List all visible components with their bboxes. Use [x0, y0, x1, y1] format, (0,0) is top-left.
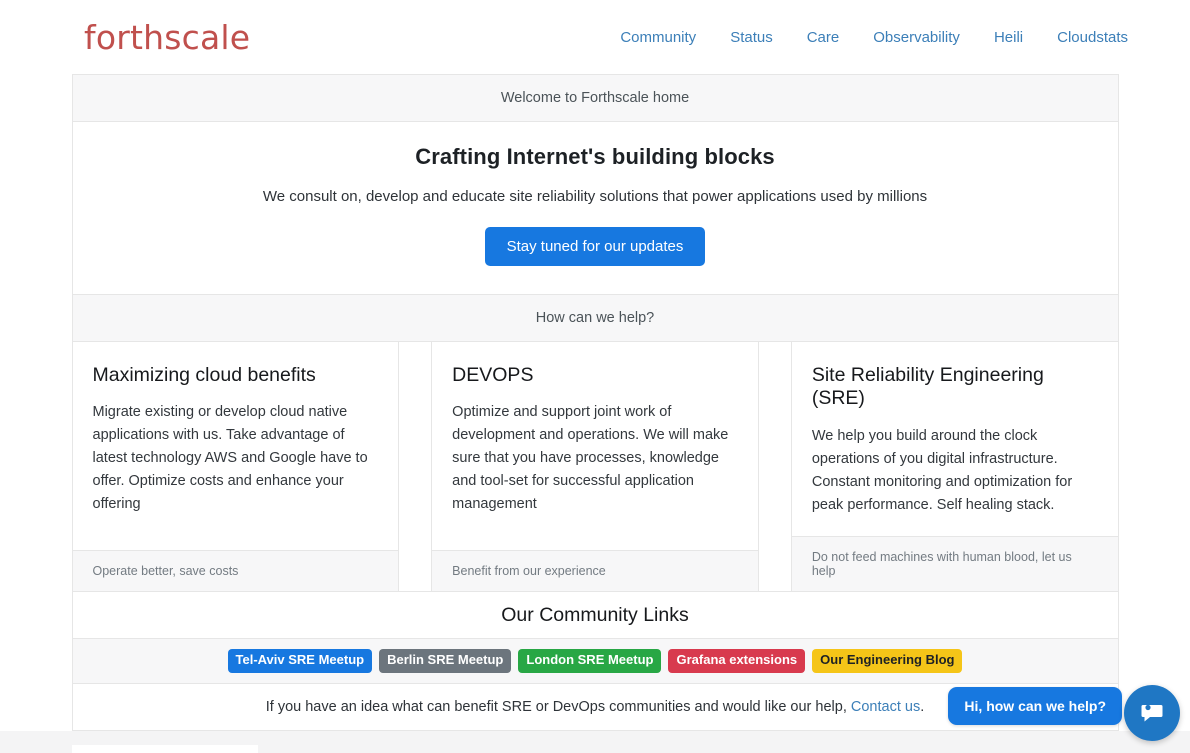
nav-link-heili[interactable]: Heili — [994, 29, 1023, 46]
nav-link-care[interactable]: Care — [807, 29, 840, 46]
contact-us-link[interactable]: Contact us — [851, 699, 920, 715]
card-maximizing-cloud-benefits[interactable]: Maximizing cloud benefits Migrate existi… — [72, 342, 400, 592]
badge-tel-aviv-sre-meetup[interactable]: Tel-Aviv SRE Meetup — [227, 649, 373, 674]
card-title: Maximizing cloud benefits — [92, 364, 316, 386]
card-text: We help you build around the clock opera… — [811, 427, 1073, 513]
service-cards: Maximizing cloud benefits Migrate existi… — [72, 342, 1118, 592]
chat-bubble-icon — [1141, 704, 1163, 722]
community-badge-row: Tel-Aviv SRE Meetup Berlin SRE Meetup Lo… — [72, 638, 1118, 685]
card-title: DEVOPS — [452, 364, 534, 386]
site-logo[interactable]: forthscale — [84, 21, 250, 54]
card-text: Migrate existing or develop cloud native… — [92, 404, 368, 513]
card-devops[interactable]: DEVOPS Optimize and support joint work o… — [431, 342, 759, 592]
card-footer: Do not feed machines with human blood, l… — [791, 536, 1118, 592]
site-footer: forthscale © Copyright © 2012-2020: Fort… — [0, 731, 1190, 753]
hero-title: Crafting Internet's building blocks — [415, 144, 775, 169]
chat-launcher-button[interactable] — [1124, 685, 1180, 741]
card-text: Optimize and support joint work of devel… — [452, 404, 729, 513]
nav-link-community[interactable]: Community — [620, 29, 696, 46]
page-root: forthscale Community Status Care Observa… — [0, 0, 1190, 753]
hero-subtitle: We consult on, develop and educate site … — [262, 188, 928, 205]
badge-our-engineering-blog[interactable]: Our Engineering Blog — [812, 649, 963, 674]
card-title: Site Reliability Engineering (SRE) — [811, 364, 1044, 410]
contact-suffix: . — [920, 699, 925, 716]
card-footer: Operate better, save costs — [72, 550, 399, 592]
card-site-reliability-engineering[interactable]: Site Reliability Engineering (SRE) We he… — [790, 342, 1118, 592]
nav-link-status[interactable]: Status — [730, 29, 773, 46]
how-can-we-help-strip: How can we help? — [72, 294, 1118, 342]
card-body: DEVOPS Optimize and support joint work o… — [432, 342, 758, 550]
welcome-strip: Welcome to Forthscale home — [72, 75, 1118, 122]
card-body: Maximizing cloud benefits Migrate existi… — [73, 342, 399, 550]
card-body: Site Reliability Engineering (SRE) We he… — [792, 342, 1118, 536]
chat-greeting-bubble[interactable]: Hi, how can we help? — [948, 687, 1122, 725]
primary-navigation: Community Status Care Observability Heil… — [620, 29, 1128, 46]
card-footer: Benefit from our experience — [432, 550, 758, 592]
main-container: Welcome to Forthscale home Crafting Inte… — [71, 74, 1119, 732]
nav-link-cloudstats[interactable]: Cloudstats — [1057, 29, 1128, 46]
contact-text: If you have an idea what can benefit SRE… — [265, 699, 851, 716]
footer-copyright: © Copyright © 2012-2020: Forthscale Syst… — [258, 745, 1130, 753]
community-links-title: Our Community Links — [72, 591, 1118, 639]
nav-link-observability[interactable]: Observability — [873, 29, 960, 46]
stay-tuned-button[interactable]: Stay tuned for our updates — [484, 227, 706, 266]
badge-grafana-extensions[interactable]: Grafana extensions — [668, 649, 806, 674]
footer-logo-box: forthscale — [72, 745, 259, 753]
badge-berlin-sre-meetup[interactable]: Berlin SRE Meetup — [379, 649, 512, 674]
hero-section: Crafting Internet's building blocks We c… — [72, 122, 1118, 294]
badge-london-sre-meetup[interactable]: London SRE Meetup — [518, 649, 662, 674]
top-navbar: forthscale Community Status Care Observa… — [0, 0, 1190, 74]
